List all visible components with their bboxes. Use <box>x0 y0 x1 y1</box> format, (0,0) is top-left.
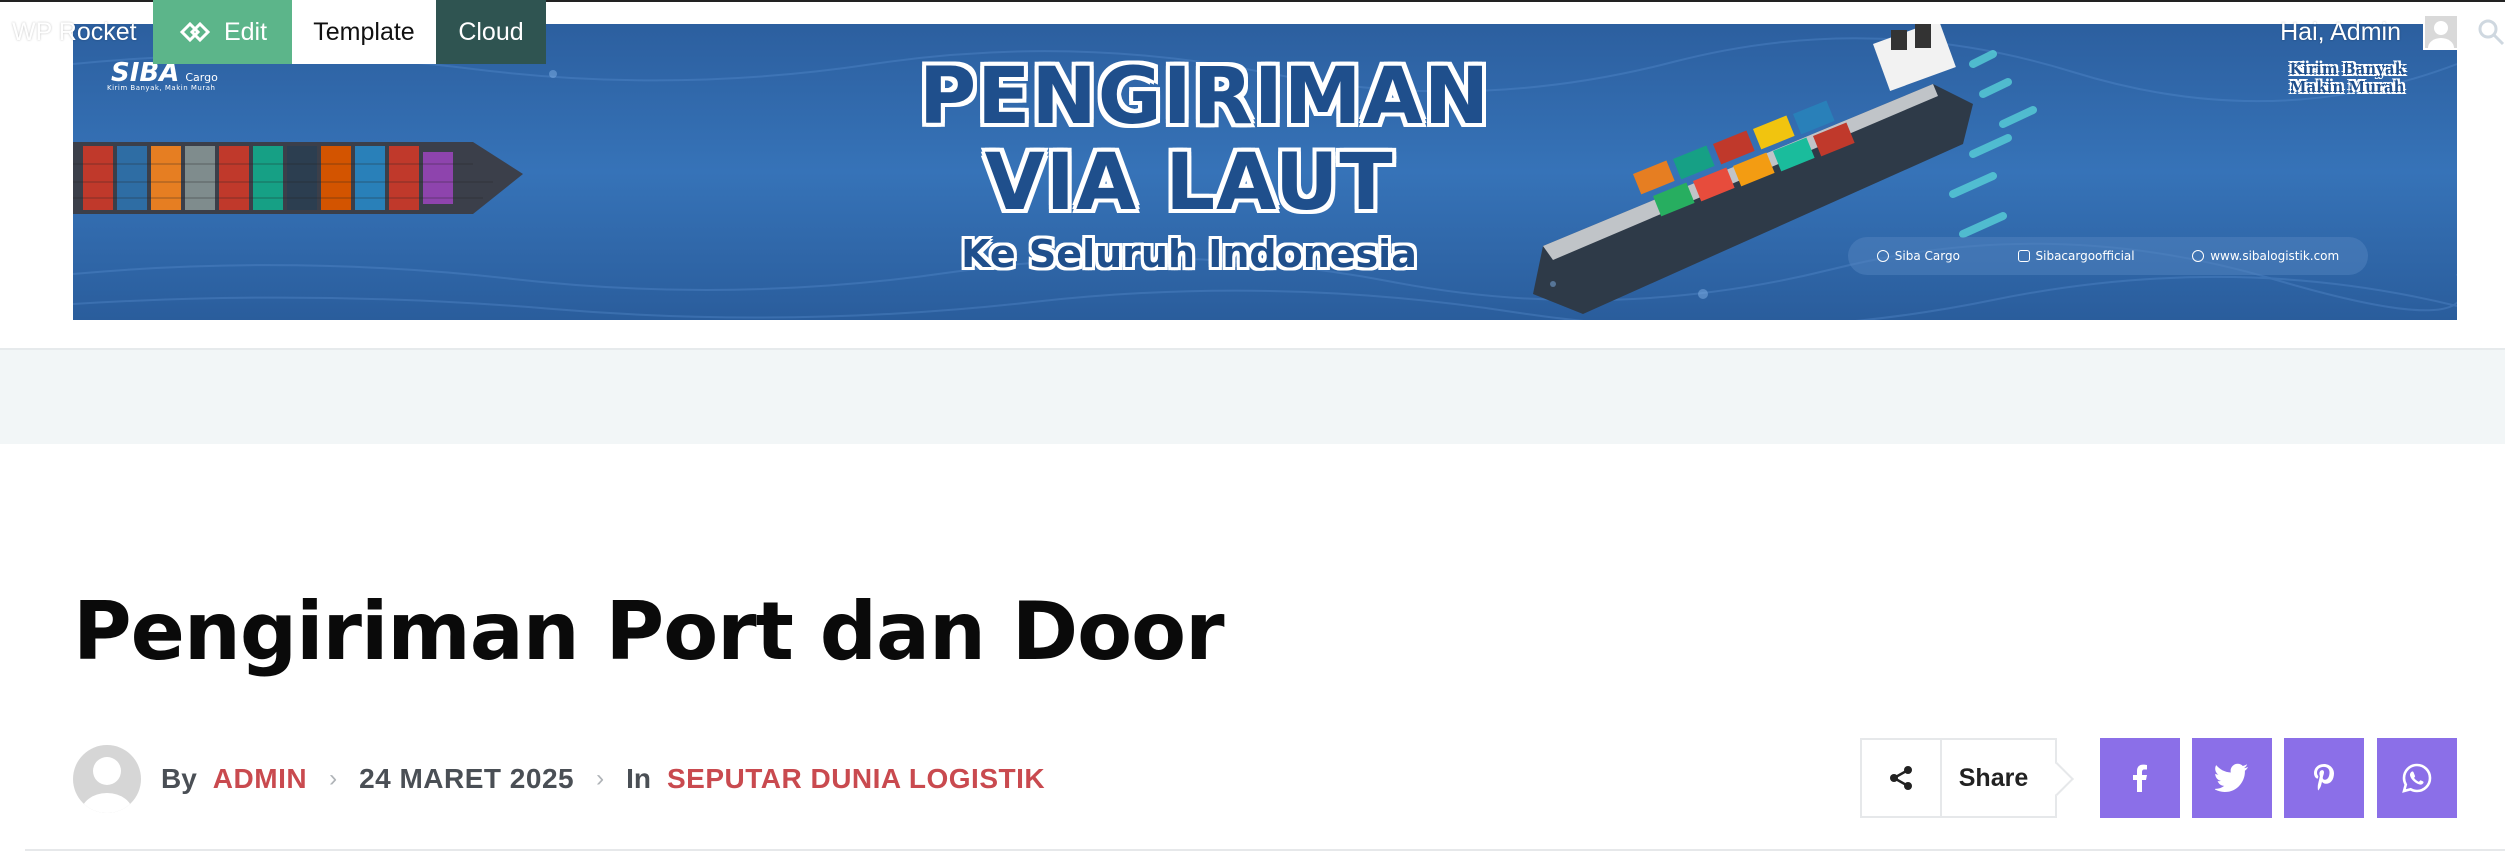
banner-social-strip: Siba Cargo Sibacargoofficial www.sibalog… <box>1848 237 2368 275</box>
banner-social-facebook: Siba Cargo <box>1876 249 1960 263</box>
author-link[interactable]: ADMIN <box>213 763 307 795</box>
banner-social-label: Sibacargoofficial <box>2035 249 2135 263</box>
chevron-right-icon: › <box>329 765 338 792</box>
wp-rocket-menu[interactable]: WP Rocket <box>12 0 137 64</box>
banner-social-website: www.sibalogistik.com <box>2192 249 2339 263</box>
share-button[interactable]: Share <box>1860 738 2057 818</box>
author-avatar[interactable] <box>73 745 141 813</box>
edit-label: Edit <box>223 17 268 46</box>
logo-tagline: Kirim Banyak, Makin Murah <box>107 84 216 92</box>
facebook-icon <box>1876 250 1889 262</box>
template-button[interactable]: Template <box>292 0 436 64</box>
user-silhouette-icon <box>2428 21 2454 48</box>
in-label: In <box>626 763 651 794</box>
twitter-icon <box>2215 763 2248 792</box>
admin-bar: WP Rocket Edit Template Cloud Hai, Admin <box>0 0 2505 64</box>
chevron-right-icon: › <box>596 765 605 792</box>
admin-avatar[interactable] <box>2423 14 2459 50</box>
share-label: Share <box>1958 763 2029 792</box>
instagram-icon <box>2017 250 2030 262</box>
search-icon <box>2478 19 2505 46</box>
banner-slogan: Kirim Banyak Makin Murah <box>2289 60 2405 96</box>
whatsapp-icon <box>2402 763 2432 793</box>
post-meta: By ADMIN › 24 MARET 2025 › In SEPUTAR DU… <box>73 744 1045 814</box>
category-link[interactable]: SEPUTAR DUNIA LOGISTIK <box>667 763 1045 795</box>
by-label: By <box>161 763 197 794</box>
share-icon-wrap <box>1862 740 1942 816</box>
facebook-share-button[interactable] <box>2100 738 2180 818</box>
banner-social-label: Siba Cargo <box>1894 249 1960 263</box>
post-title: Pengiriman Port dan Door <box>73 585 1225 678</box>
banner-title: PENGIRIMAN VIA LAUT <box>919 52 1491 228</box>
post-date: 24 MARET 2025 <box>359 763 575 794</box>
banner-social-label: www.sibalogistik.com <box>2210 249 2340 263</box>
edit-button[interactable]: Edit <box>153 0 292 64</box>
share-icon <box>1890 766 1912 790</box>
logo-sub: Cargo <box>185 71 218 84</box>
globe-icon <box>2192 250 2205 262</box>
cloud-button[interactable]: Cloud <box>436 0 546 64</box>
banner-title-line2: VIA LAUT <box>984 138 1394 228</box>
whatsapp-share-button[interactable] <box>2377 738 2457 818</box>
meta-divider <box>25 849 2505 851</box>
account-greeting[interactable]: Hai, Admin <box>2280 0 2401 64</box>
navigation-band <box>0 350 2505 444</box>
slogan-line2: Makin Murah <box>2289 78 2405 96</box>
twitter-share-button[interactable] <box>2192 738 2272 818</box>
pinterest-share-button[interactable] <box>2284 738 2364 818</box>
facebook-icon <box>2133 764 2147 792</box>
banner-subtitle: Ke Seluruh Indonesia <box>961 232 1417 276</box>
banner-social-instagram: Sibacargoofficial <box>2017 249 2135 263</box>
elementor-edit-icon <box>179 21 210 43</box>
user-silhouette-icon <box>81 757 133 813</box>
header-banner[interactable]: SIBA Cargo Kirim Banyak, Makin Murah PENG… <box>73 24 2457 320</box>
pinterest-icon <box>2314 764 2334 791</box>
admin-search[interactable] <box>2477 18 2505 46</box>
banner-title-line1: PENGIRIMAN <box>919 52 1491 142</box>
